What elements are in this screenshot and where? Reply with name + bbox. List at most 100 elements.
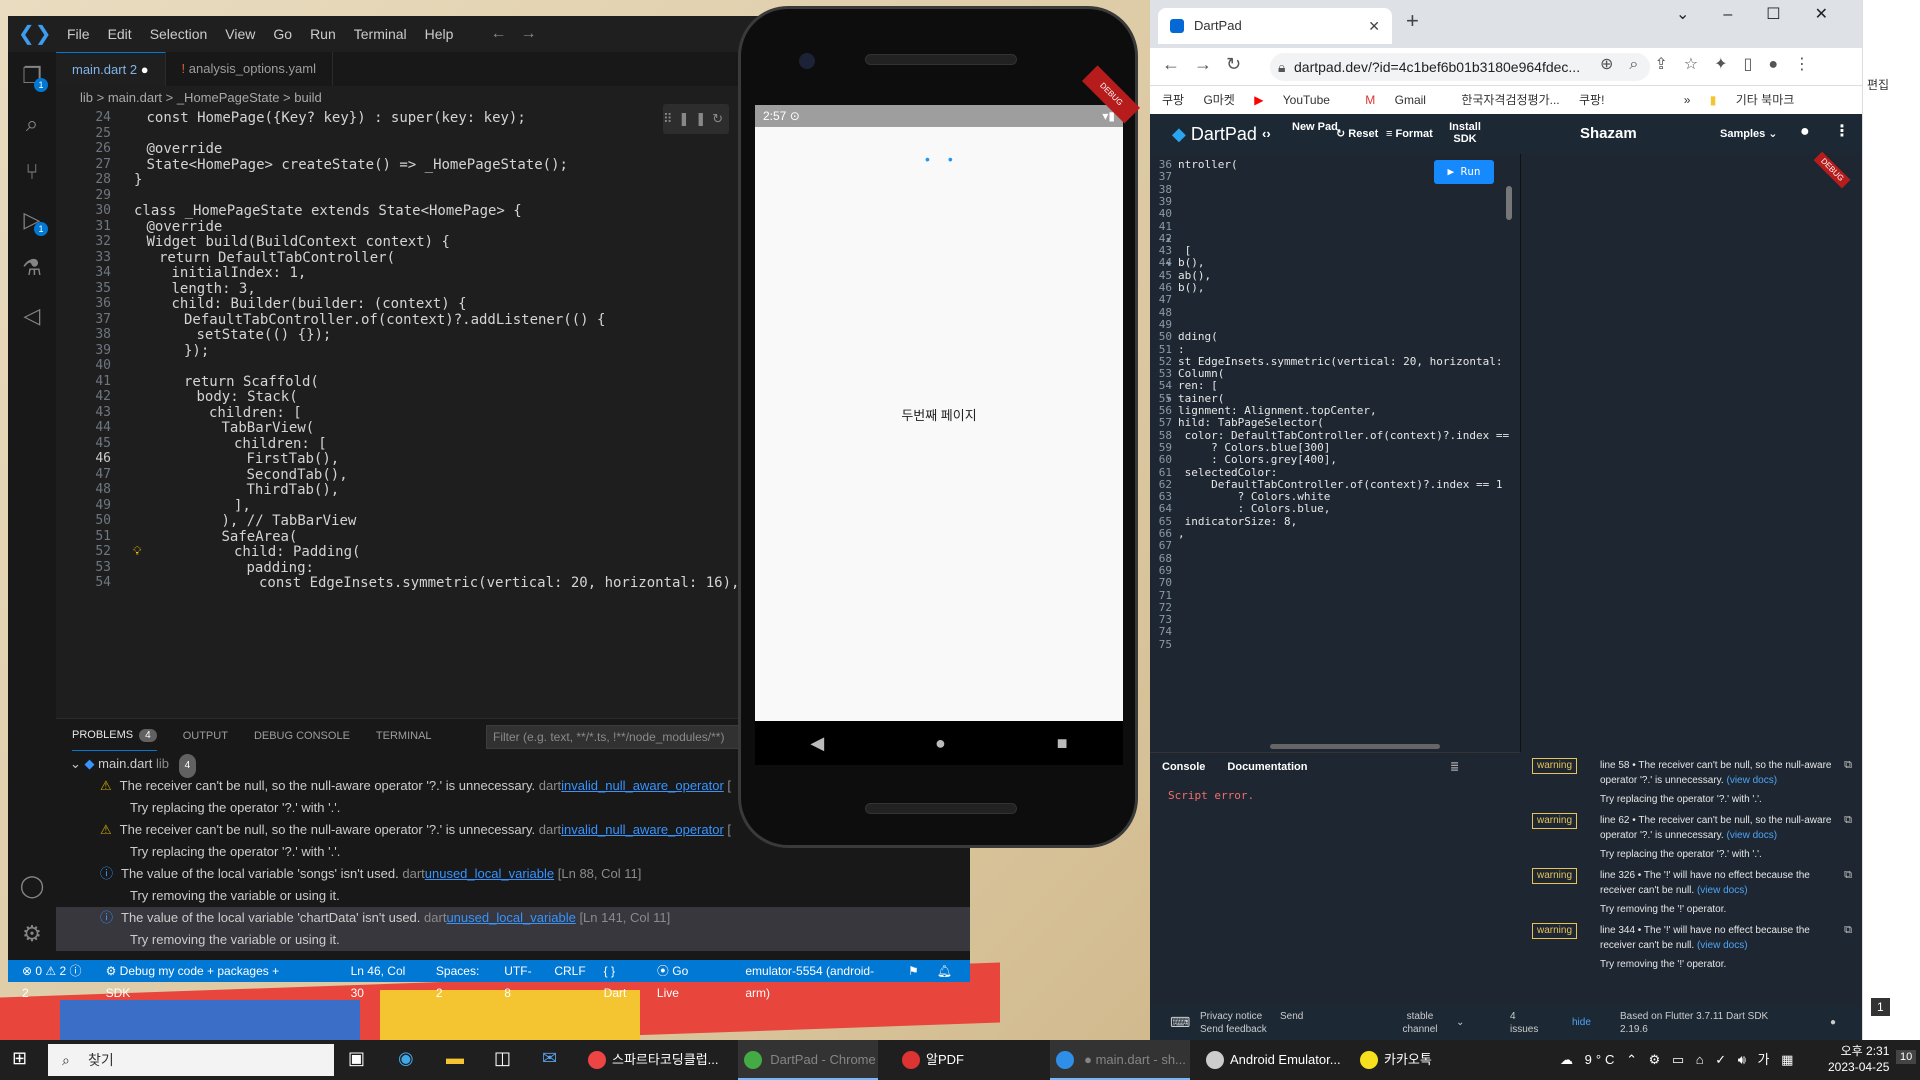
status-language[interactable]: { } Dart [604,960,639,1000]
github-icon[interactable]: ● [1800,124,1810,140]
more-icon[interactable]: ⋮ [1834,124,1850,140]
info-icon[interactable]: ● [1830,1016,1836,1029]
taskbar-app-kakaotalk[interactable]: 카카오톡 [1354,1040,1474,1080]
home-icon[interactable]: ● [935,733,946,754]
bookmark-coupang2[interactable]: 쿠팡! [1579,93,1604,107]
status-bell-icon[interactable]: 🔔︎ [937,960,952,982]
bookmark-gmail[interactable]: M Gmail [1365,93,1442,107]
channel-select[interactable]: stable channel [1390,1010,1450,1036]
bookmark-gmarket[interactable]: G마켓 [1203,93,1234,107]
copy-icon[interactable]: ⧉ [1844,923,1852,938]
copy-icon[interactable]: ⧉ [1844,758,1852,773]
taskbar-app-sparta[interactable]: 스파르타코딩클럽... [582,1040,732,1080]
status-spaces[interactable]: Spaces: 2 [436,960,486,1000]
view-docs-link[interactable]: (view docs) [1726,775,1777,786]
menu-terminal[interactable]: Terminal [345,26,416,42]
dartpad-code-editor[interactable]: ▶ Run 36 ntroller(37 38 39 40 41 ▾ 42 43 ▾ [44 b… [1150,154,1520,752]
status-problems[interactable]: ⊗ 0 ⚠ 2 ⓘ 2 [22,960,88,1000]
run-debug-icon[interactable]: ▷ 1 [8,196,56,244]
issue-item[interactable]: warning line 58 • The receiver can't be n… [1520,756,1862,807]
system-tray[interactable]: ☁ 9°C ⌃ ⚙ ▭ ⌂ ✓ 🔊︎ 가 ▦ [1560,1040,1797,1080]
edit-label[interactable]: 편집 [1867,76,1889,93]
clear-console-icon[interactable]: ≣ [1450,753,1459,781]
ime-indicator[interactable]: 가 [1758,1052,1774,1067]
windows-start-icon[interactable]: ⊞ [12,1048,27,1069]
reset-button[interactable]: ↻ Reset [1336,128,1378,140]
hide-issues-link[interactable]: hide [1572,1016,1591,1029]
status-device[interactable]: emulator-5554 (android-arm) [745,960,890,1000]
tab-output[interactable]: OUTPUT [183,722,228,750]
tab-console[interactable]: Console [1162,761,1205,773]
menu-selection[interactable]: Selection [141,26,217,42]
task-view-icon[interactable]: ▣ [348,1048,365,1069]
flutter-icon[interactable]: ◁ [8,292,56,340]
menu-edit[interactable]: Edit [99,26,141,42]
weather-temp[interactable]: 9°C [1585,1052,1619,1067]
nav-back-forward-icons[interactable]: ←→ [490,25,550,43]
source-control-icon[interactable]: ⑂ [8,148,56,196]
bookmark-youtube[interactable]: ▶ YouTube [1254,93,1346,107]
bookmark-coupang[interactable]: 쿠팡 [1162,93,1184,107]
issue-item[interactable]: warning line 62 • The receiver can't be n… [1520,811,1862,862]
gear-icon[interactable]: ⚙ [8,910,56,958]
view-docs-link[interactable]: (view docs) [1697,940,1748,951]
status-debug-config[interactable]: ⚙ Debug my code + packages + SDK [106,960,313,1000]
bookmark-kqa[interactable]: 한국자격검정평가... [1461,93,1559,107]
send-label[interactable]: Send [1280,1010,1303,1023]
nav-buttons[interactable]: ←→↻ [1162,54,1255,75]
issue-item[interactable]: warning line 344 • The '!' will have no e… [1520,921,1862,972]
new-pad-button[interactable]: New Pad [1292,121,1338,133]
taskbar-app-vscode[interactable]: ● main.dart - sh... [1050,1040,1190,1080]
samples-dropdown[interactable]: Samples ⌄ [1720,114,1778,154]
privacy-link[interactable]: Privacy notice [1200,1010,1262,1023]
menu-run[interactable]: Run [301,26,345,42]
menu-go[interactable]: Go [264,26,301,42]
window-controls[interactable]: ⌄–☐✕ [1676,0,1862,34]
issue-item[interactable]: warning line 326 • The '!' will have no e… [1520,866,1862,917]
store-icon[interactable]: ◫ [494,1048,511,1069]
tab-debug-console[interactable]: DEBUG CONSOLE [254,722,350,750]
bookmarks-overflow[interactable]: » [1684,93,1691,107]
menu-help[interactable]: Help [416,26,463,42]
status-go-live[interactable]: ⦿ Go Live [657,960,727,1000]
status-eol[interactable]: CRLF [554,960,585,982]
testing-icon[interactable]: ⚗ [8,244,56,292]
tab-page-selector[interactable]: •• [925,151,971,167]
view-docs-link[interactable]: (view docs) [1726,830,1777,841]
status-encoding[interactable]: UTF-8 [504,960,536,1000]
close-tab-icon[interactable]: ✕ [1368,8,1380,44]
problem-row[interactable]: ⓘ The value of the local variable 'songs'… [56,863,970,885]
toolbar-icons[interactable]: ⊕⌕⇪☆✦▯●⋮ [1600,54,1826,74]
problem-fix-hint[interactable]: Try removing the variable or using it. [56,885,970,907]
edge-icon[interactable]: ◉ [398,1048,414,1069]
account-icon[interactable]: ◯ [8,862,56,910]
feedback-link[interactable]: Send feedback [1200,1023,1267,1036]
recents-icon[interactable]: ■ [1057,733,1068,754]
taskbar-app-alpdf[interactable]: 알PDF [896,1040,996,1080]
back-icon[interactable]: ◀ [810,733,824,754]
format-button[interactable]: ≡ Format [1386,128,1433,140]
status-feedback-icon[interactable]: ⚑ [908,960,919,982]
taskbar-app-chrome[interactable]: DartPad - Chrome [738,1040,878,1080]
vertical-scrollbar[interactable] [1506,186,1512,220]
address-bar[interactable]: 🔒︎ dartpad.dev/?id=4c1bef6b01b3180e964fde… [1270,53,1650,81]
problem-row[interactable]: ⓘ The value of the local variable 'chartD… [56,907,970,929]
taskbar-search[interactable]: ⌕ 찾기 [48,1044,334,1076]
keyboard-icon[interactable]: ⌨ [1170,1015,1190,1029]
horizontal-scrollbar[interactable] [1270,744,1440,749]
bookmark-other[interactable]: ▮ 기타 북마크 [1710,93,1811,107]
run-button[interactable]: ▶ Run [1434,160,1494,184]
problems-filter-input[interactable]: Filter (e.g. text, **/*.ts, !**/node_mod… [486,725,766,749]
status-cursor-position[interactable]: Ln 46, Col 30 [351,960,418,1000]
notification-badge[interactable]: 10 [1896,1050,1917,1064]
search-icon[interactable]: ⌕ [8,100,56,148]
taskbar-app-emulator[interactable]: Android Emulator... [1200,1040,1350,1080]
weather-icon[interactable]: ☁ [1560,1052,1577,1067]
view-docs-link[interactable]: (view docs) [1697,885,1748,896]
menu-file[interactable]: File [58,26,99,42]
install-sdk-button[interactable]: Install SDK [1444,121,1486,145]
tab-dartpad[interactable]: DartPad ✕ [1158,8,1392,44]
explorer-icon[interactable]: ❐ 1 [8,52,56,100]
taskbar-clock[interactable]: 오후 2:31 2023-04-25 [1828,1043,1889,1075]
lightbulb-icon[interactable]: 💡︎ [133,544,141,559]
